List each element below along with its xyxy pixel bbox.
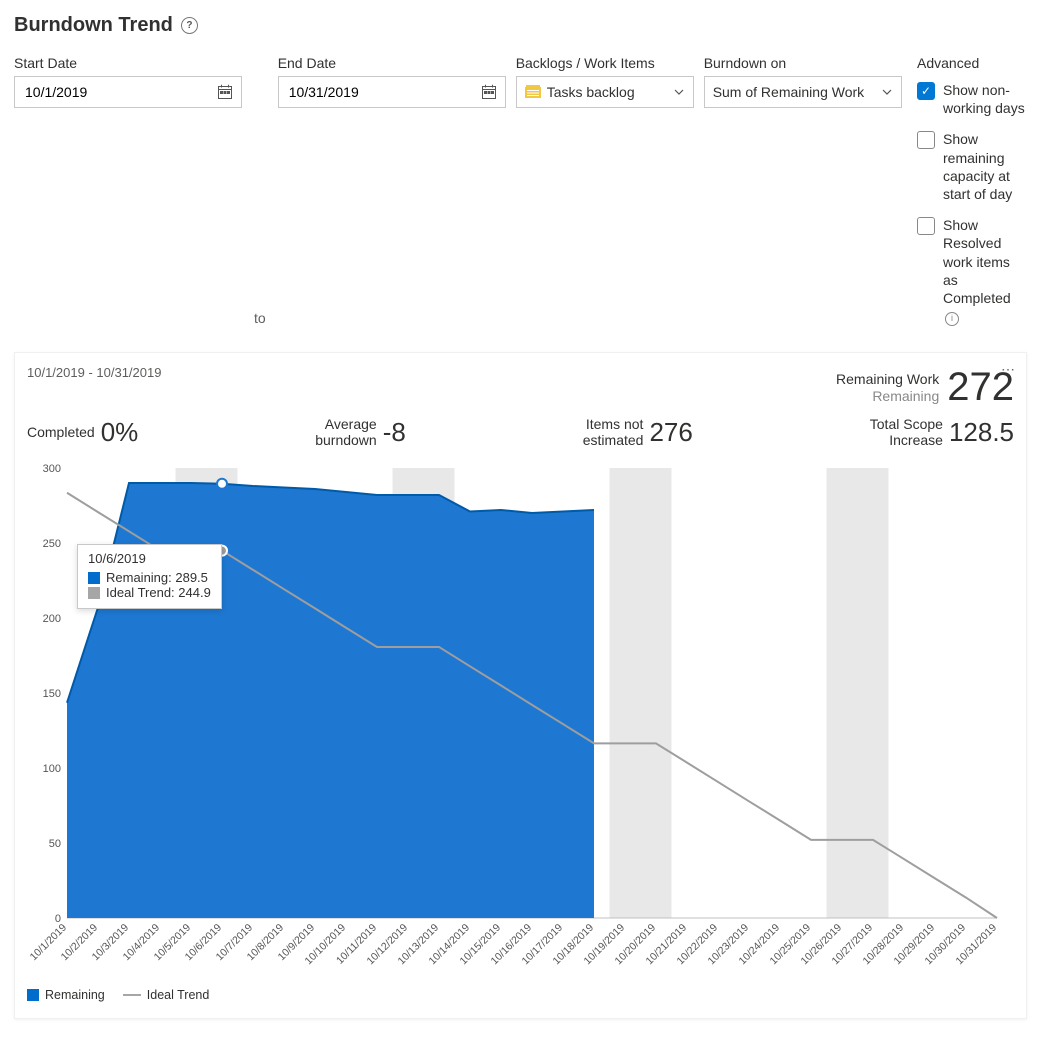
- chart-tooltip: 10/6/2019 Remaining: 289.5 Ideal Trend: …: [77, 544, 222, 609]
- start-date-label: Start Date: [14, 55, 242, 71]
- metrics-row: Completed 0% Averageburndown -8 Items no…: [27, 416, 1014, 448]
- date-range-text: 10/1/2019 - 10/31/2019: [27, 365, 161, 380]
- legend-remaining[interactable]: Remaining: [27, 988, 105, 1002]
- square-icon: [27, 989, 39, 1001]
- metric-completed: Completed 0%: [27, 416, 138, 448]
- burndown-label: Burndown on: [704, 55, 902, 71]
- advanced-label: Advanced: [917, 55, 1027, 71]
- start-date-input[interactable]: [14, 76, 242, 108]
- backlogs-select[interactable]: Tasks backlog: [516, 76, 694, 108]
- backlogs-label: Backlogs / Work Items: [516, 55, 694, 71]
- end-date-input[interactable]: [278, 76, 506, 108]
- checkbox-checked-icon[interactable]: [917, 82, 935, 100]
- remaining-summary: Remaining Work Remaining 272: [836, 365, 1014, 410]
- to-label: to: [252, 302, 268, 334]
- svg-text:50: 50: [49, 838, 61, 850]
- chevron-down-icon: [673, 86, 685, 98]
- line-icon: [123, 994, 141, 996]
- burndown-widget: ⋯ 10/1/2019 - 10/31/2019 Remaining Work …: [14, 352, 1027, 1019]
- burndown-select[interactable]: Sum of Remaining Work: [704, 76, 902, 108]
- svg-text:250: 250: [43, 538, 61, 550]
- metric-total-scope: Total ScopeIncrease 128.5: [870, 416, 1014, 448]
- chevron-down-icon: [881, 86, 893, 98]
- page-title: Burndown Trend ?: [14, 14, 1027, 37]
- filter-bar: Start Date to End Date: [14, 55, 1027, 334]
- calendar-icon[interactable]: [481, 84, 497, 100]
- svg-text:200: 200: [43, 613, 61, 625]
- square-icon: [88, 572, 100, 584]
- svg-text:150: 150: [43, 688, 61, 700]
- more-icon[interactable]: ⋯: [997, 359, 1020, 380]
- square-icon: [88, 587, 100, 599]
- advanced-show-nonworking[interactable]: Show non-working days: [917, 81, 1027, 117]
- help-icon[interactable]: ?: [181, 17, 198, 34]
- end-date-label: End Date: [278, 55, 506, 71]
- checkbox-icon[interactable]: [917, 131, 935, 149]
- chart-legend: Remaining Ideal Trend: [27, 988, 1014, 1002]
- advanced-show-capacity[interactable]: Show remaining capacity at start of day: [917, 130, 1027, 203]
- info-icon[interactable]: i: [945, 312, 959, 326]
- metric-items-not-estimated: Items notestimated 276: [583, 416, 693, 448]
- svg-text:300: 300: [43, 463, 61, 475]
- advanced-show-resolved[interactable]: Show Resolved work items as Completed i: [917, 216, 1027, 326]
- metric-avg-burndown: Averageburndown -8: [315, 416, 406, 448]
- svg-text:100: 100: [43, 763, 61, 775]
- legend-ideal[interactable]: Ideal Trend: [123, 988, 210, 1002]
- burndown-chart[interactable]: 05010015020025030010/1/201910/2/201910/3…: [27, 458, 1007, 978]
- checkbox-icon[interactable]: [917, 217, 935, 235]
- calendar-icon[interactable]: [217, 84, 233, 100]
- backlog-icon: [525, 84, 541, 101]
